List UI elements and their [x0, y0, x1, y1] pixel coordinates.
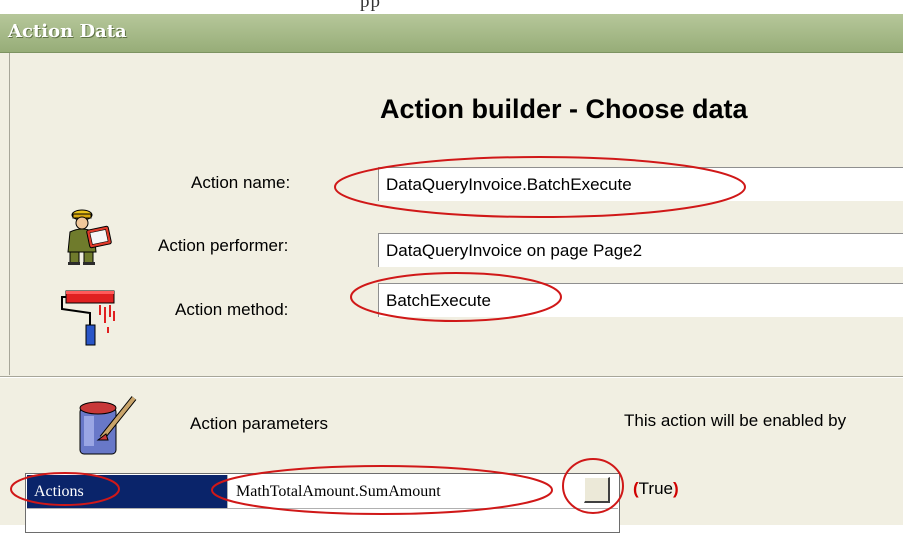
grid-key-actions[interactable]: Actions — [27, 475, 227, 508]
condition-value: True — [638, 479, 673, 498]
worker-reading-icon — [67, 209, 112, 265]
action-name-label: Action name: — [191, 173, 291, 192]
enabled-by-text: This action will be enabled by — [624, 411, 847, 430]
table-row[interactable]: Actions MathTotalAmount.SumAmount — [27, 475, 618, 509]
action-method-value: BatchExecute — [386, 291, 491, 310]
action-parameters-label: Action parameters — [190, 414, 328, 433]
window-titlebar: Action Data — [0, 14, 903, 53]
condition-close-paren: ) — [673, 479, 679, 498]
ellipsis-button[interactable] — [584, 477, 610, 503]
condition-text: (True) — [633, 479, 679, 499]
grid-column-separator — [227, 475, 228, 508]
action-method-label: Action method: — [175, 300, 289, 319]
paint-roller-icon — [61, 290, 115, 346]
paint-bucket-icon — [79, 396, 137, 455]
grid-value-cell[interactable]: MathTotalAmount.SumAmount — [236, 475, 441, 508]
action-performer-label: Action performer: — [158, 236, 289, 255]
window-title: Action Data — [8, 21, 127, 42]
parameters-grid[interactable]: Actions MathTotalAmount.SumAmount — [25, 473, 620, 533]
action-name-value: DataQueryInvoice.BatchExecute — [386, 175, 632, 194]
document-top-strip: pp — [0, 0, 903, 14]
action-method-field[interactable]: BatchExecute — [378, 283, 903, 317]
section-divider-highlight — [0, 377, 903, 378]
action-performer-field[interactable]: DataQueryInvoice on page Page2 — [378, 233, 903, 267]
action-performer-value: DataQueryInvoice on page Page2 — [386, 241, 643, 260]
panel-border — [9, 53, 10, 375]
page-title: Action builder - Choose data — [380, 94, 748, 124]
top-strip-text: pp — [360, 0, 381, 12]
action-name-field[interactable]: DataQueryInvoice.BatchExecute — [378, 167, 903, 201]
